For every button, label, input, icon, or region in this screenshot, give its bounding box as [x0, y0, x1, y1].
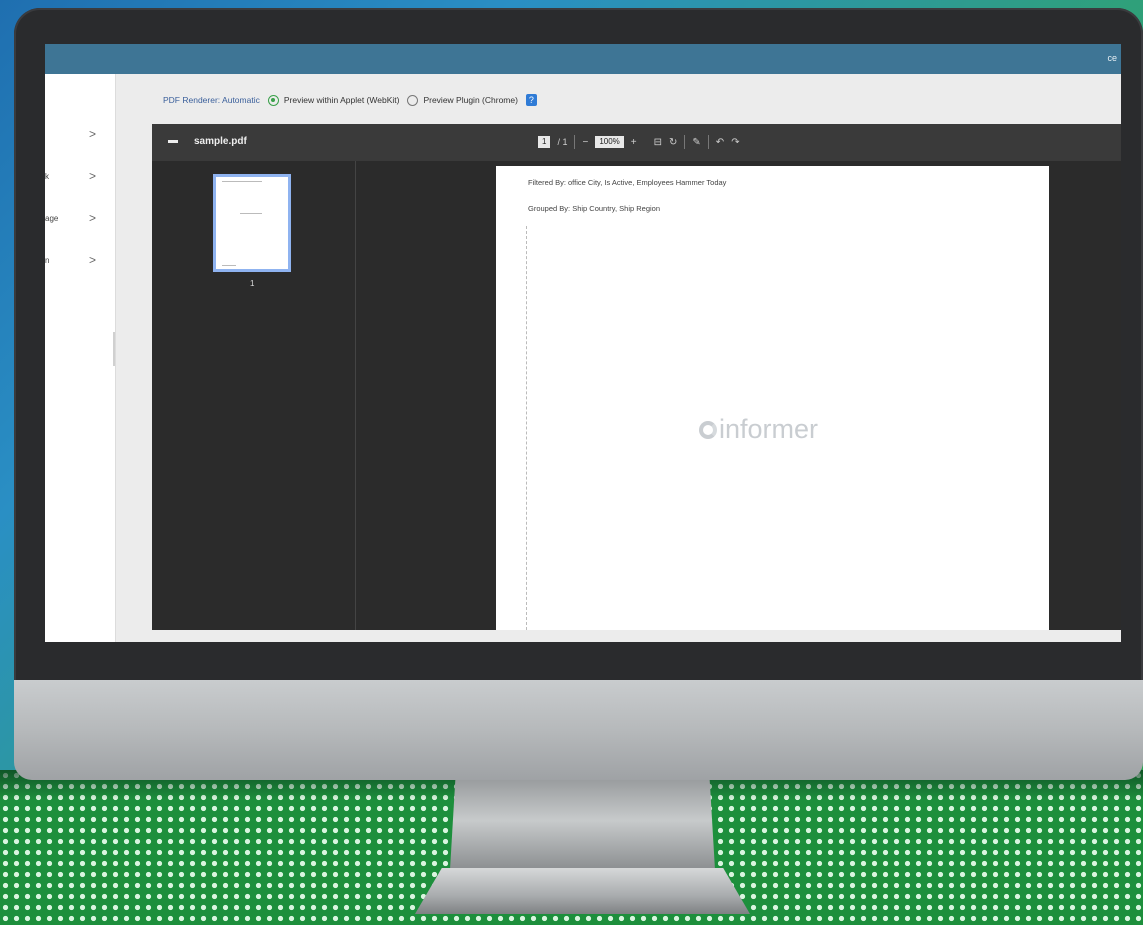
thumbnail-page-number: 1: [250, 279, 255, 288]
informer-watermark: informer: [699, 414, 818, 445]
sidebar-item-3[interactable]: age >: [45, 210, 115, 230]
fit-page-icon[interactable]: ⊟: [654, 137, 662, 148]
toolbar-divider: [684, 135, 686, 149]
menu-icon[interactable]: [168, 140, 178, 143]
chevron-right-icon: >: [89, 253, 97, 267]
rotate-icon[interactable]: ↻: [669, 137, 677, 148]
monitor-stand-neck: [450, 780, 715, 870]
chevron-right-icon: >: [89, 127, 97, 141]
zoom-in-button[interactable]: +: [631, 137, 637, 148]
undo-icon[interactable]: ↶: [716, 137, 724, 148]
page-dashed-rule: [526, 226, 527, 630]
sidebar-item-2[interactable]: k >: [45, 168, 115, 188]
pdf-viewer: sample.pdf 1 / 1 − 100% + ⊟ ↻ ✎ ↶ ↷ 1 Fi…: [152, 124, 1121, 630]
watermark-text: informer: [719, 414, 819, 444]
toolbar-divider: [707, 135, 709, 149]
pdf-toolbar: sample.pdf 1 / 1 − 100% + ⊟ ↻ ✎ ↶ ↷: [152, 124, 1121, 161]
monitor-chin: [14, 680, 1143, 780]
header-text: ce: [1107, 53, 1117, 63]
annotate-icon[interactable]: ✎: [692, 137, 700, 148]
sidebar-item-label: n: [45, 256, 50, 265]
monitor-stand-base: [415, 868, 750, 914]
viewer-right-margin: [1049, 161, 1121, 630]
screen: ce > k > age > n > PDF Renderer: Automat…: [45, 44, 1121, 642]
group-text: Grouped By: Ship Country, Ship Region: [528, 204, 661, 213]
app-header: ce: [45, 44, 1121, 74]
sidebar: > k > age > n >: [45, 74, 116, 642]
sidebar-scrollbar[interactable]: [113, 332, 115, 366]
pdf-page: Filtered By: office City, Is Active, Emp…: [496, 166, 1049, 630]
pdf-filename: sample.pdf: [194, 136, 247, 147]
thumb-watermark-line: [240, 213, 262, 214]
thumb-footer-line: [222, 265, 236, 266]
chevron-right-icon: >: [89, 211, 97, 225]
pdf-renderer-label: PDF Renderer: Automatic: [163, 95, 260, 105]
page-number-input[interactable]: 1: [538, 136, 551, 148]
pdf-renderer-options: PDF Renderer: Automatic Preview within A…: [163, 90, 537, 110]
option-chrome-label: Preview Plugin (Chrome): [423, 95, 518, 105]
sidebar-item-1[interactable]: >: [45, 126, 115, 146]
sidebar-item-label: k: [45, 172, 49, 181]
sidebar-item-4[interactable]: n >: [45, 252, 115, 272]
help-icon[interactable]: ?: [525, 94, 537, 106]
thumbnail-pane: 1: [152, 161, 356, 630]
filter-text: Filtered By: office City, Is Active, Emp…: [528, 178, 727, 187]
redo-icon[interactable]: ↷: [731, 137, 739, 148]
zoom-level[interactable]: 100%: [595, 136, 624, 148]
radio-unselected-icon[interactable]: [407, 94, 419, 106]
zoom-out-button[interactable]: −: [582, 137, 588, 148]
chevron-right-icon: >: [89, 169, 97, 183]
page-thumbnail[interactable]: [213, 174, 291, 272]
toolbar-divider: [574, 135, 576, 149]
option-webkit[interactable]: Preview within Applet (WebKit): [267, 94, 400, 106]
pdf-toolbar-controls: 1 / 1 − 100% + ⊟ ↻ ✎ ↶ ↷: [538, 135, 740, 149]
page-total: / 1: [557, 137, 568, 147]
radio-selected-icon[interactable]: [267, 94, 279, 106]
option-webkit-label: Preview within Applet (WebKit): [283, 95, 400, 105]
informer-logo-icon: [699, 420, 717, 439]
option-chrome-plugin[interactable]: Preview Plugin (Chrome): [407, 94, 518, 106]
sidebar-item-label: age: [45, 214, 59, 223]
thumb-text-line: [222, 181, 262, 182]
